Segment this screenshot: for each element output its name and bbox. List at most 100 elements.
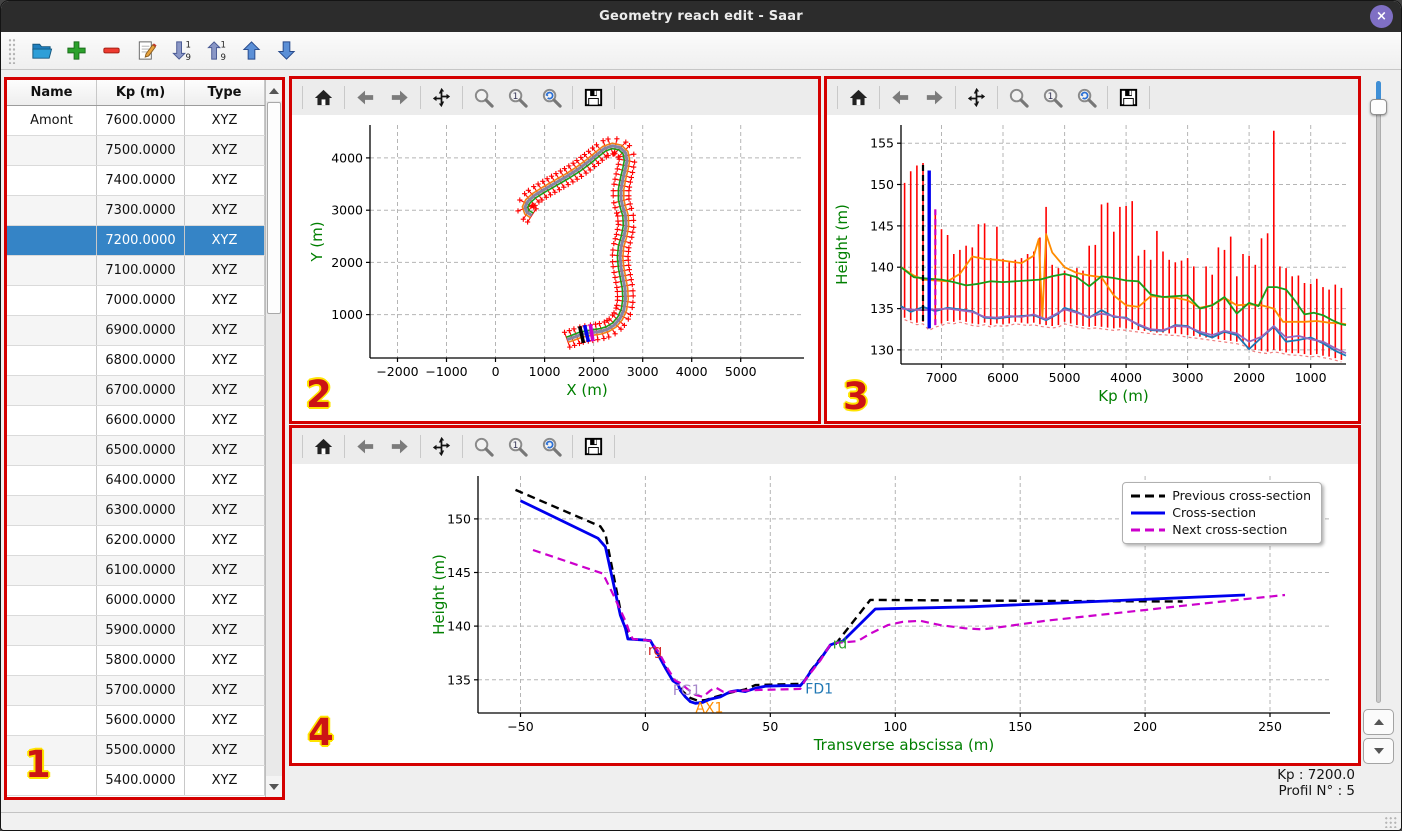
save-icon[interactable] xyxy=(580,433,607,460)
resize-grip[interactable] xyxy=(1384,816,1398,828)
back-icon[interactable] xyxy=(887,84,914,111)
legend-entry: Next cross-section xyxy=(1131,522,1311,537)
sort-ascending-button[interactable]: 19 xyxy=(204,38,229,63)
row-type-cell: XYZ xyxy=(185,196,265,225)
table-row[interactable]: 5800.0000 XYZ xyxy=(7,646,265,676)
back-icon[interactable] xyxy=(352,433,379,460)
move-down-button[interactable] xyxy=(274,38,299,63)
svg-text:1000: 1000 xyxy=(529,364,561,379)
close-icon[interactable]: × xyxy=(1370,5,1393,28)
pan-icon[interactable] xyxy=(963,84,990,111)
zoom-in-one-icon[interactable]: 1 xyxy=(504,84,531,111)
table-row[interactable]: Amont 7600.0000 XYZ xyxy=(7,106,265,136)
zoom-to-rect-icon[interactable] xyxy=(538,433,565,460)
svg-text:1: 1 xyxy=(185,41,190,51)
add-button[interactable] xyxy=(64,38,89,63)
row-name-cell xyxy=(7,646,97,675)
row-type-cell: XYZ xyxy=(185,706,265,735)
main-toolbar: 1919 xyxy=(1,32,1401,70)
zoom-in-one-icon[interactable]: 1 xyxy=(504,433,531,460)
table-row[interactable]: 6100.0000 XYZ xyxy=(7,556,265,586)
profile-up-button[interactable] xyxy=(1363,709,1394,735)
zoom-in-one-icon[interactable]: 1 xyxy=(1039,84,1066,111)
home-icon[interactable] xyxy=(310,433,337,460)
slider-handle[interactable] xyxy=(1370,99,1387,115)
table-row[interactable]: 5700.0000 XYZ xyxy=(7,676,265,706)
row-name-cell xyxy=(7,526,97,555)
annotation-label-2: 2 xyxy=(306,373,332,416)
open-folder-button[interactable] xyxy=(29,38,54,63)
forward-icon[interactable] xyxy=(386,433,413,460)
profile-down-button[interactable] xyxy=(1363,738,1394,764)
forward-icon[interactable] xyxy=(921,84,948,111)
zoom-icon[interactable] xyxy=(1005,84,1032,111)
svg-text:6000: 6000 xyxy=(987,370,1019,385)
toolbar-separator xyxy=(1149,85,1150,109)
row-name-cell xyxy=(7,256,97,285)
row-type-cell: XYZ xyxy=(185,676,265,705)
table-row[interactable]: 7100.0000 XYZ xyxy=(7,256,265,286)
svg-text:4000: 4000 xyxy=(331,150,363,165)
table-row[interactable]: 7000.0000 XYZ xyxy=(7,286,265,316)
longitudinal-plot-canvas[interactable]: 7000 6000 5000 4000 3000 2000 1000 130 135 140 145… xyxy=(827,115,1358,421)
toolbar-grip[interactable] xyxy=(8,37,16,64)
slider-track[interactable] xyxy=(1376,81,1381,703)
zoom-icon[interactable] xyxy=(470,433,497,460)
table-row[interactable]: 5900.0000 XYZ xyxy=(7,616,265,646)
table-row[interactable]: 6800.0000 XYZ xyxy=(7,346,265,376)
row-kp-cell: 6500.0000 xyxy=(97,436,185,465)
column-header-name[interactable]: Name xyxy=(7,80,97,105)
scroll-up-icon[interactable] xyxy=(266,80,282,101)
longitudinal-profile-panel: 1 7000 6000 5000 4000 3000 2000 1000 130 135 140 1… xyxy=(824,76,1361,424)
status-profile-number: Profil N° : 5 xyxy=(1278,783,1355,799)
save-icon[interactable] xyxy=(1115,84,1142,111)
table-row[interactable]: 6900.0000 XYZ xyxy=(7,316,265,346)
toolbar-separator xyxy=(462,434,463,458)
profile-position-slider[interactable] xyxy=(1370,81,1387,703)
toolbar-separator xyxy=(572,85,573,109)
table-row[interactable]: 7500.0000 XYZ xyxy=(7,136,265,166)
row-name-cell xyxy=(7,706,97,735)
table-row[interactable]: 6400.0000 XYZ xyxy=(7,466,265,496)
table-row[interactable]: 6300.0000 XYZ xyxy=(7,496,265,526)
table-row[interactable]: 5600.0000 XYZ xyxy=(7,706,265,736)
back-icon[interactable] xyxy=(352,84,379,111)
table-row[interactable]: 7200.0000 XYZ xyxy=(7,226,265,256)
toolbar-separator xyxy=(420,434,421,458)
pan-icon[interactable] xyxy=(428,84,455,111)
zoom-to-rect-icon[interactable] xyxy=(1073,84,1100,111)
pan-icon[interactable] xyxy=(428,433,455,460)
svg-text:X (m): X (m) xyxy=(566,381,607,399)
table-row[interactable]: 7400.0000 XYZ xyxy=(7,166,265,196)
row-type-cell: XYZ xyxy=(185,256,265,285)
home-icon[interactable] xyxy=(845,84,872,111)
row-name-cell xyxy=(7,346,97,375)
table-row[interactable]: 6200.0000 XYZ xyxy=(7,526,265,556)
table-scrollbar[interactable] xyxy=(265,80,282,797)
move-up-button[interactable] xyxy=(239,38,264,63)
table-row[interactable]: 7300.0000 XYZ xyxy=(7,196,265,226)
home-icon[interactable] xyxy=(310,84,337,111)
edit-button[interactable] xyxy=(134,38,159,63)
sort-descending-button[interactable]: 19 xyxy=(169,38,194,63)
table-row[interactable]: 6700.0000 XYZ xyxy=(7,376,265,406)
remove-button[interactable] xyxy=(99,38,124,63)
svg-text:2000: 2000 xyxy=(1233,370,1265,385)
column-header-kpm[interactable]: Kp (m) xyxy=(97,80,185,105)
scroll-down-icon[interactable] xyxy=(266,776,282,797)
scrollbar-thumb[interactable] xyxy=(267,102,281,314)
table-header-row: Name Kp (m) Type xyxy=(7,80,282,106)
zoom-to-rect-icon[interactable] xyxy=(538,84,565,111)
forward-icon[interactable] xyxy=(386,84,413,111)
column-header-type[interactable]: Type xyxy=(185,80,265,105)
row-type-cell: XYZ xyxy=(185,346,265,375)
table-row[interactable]: 6600.0000 XYZ xyxy=(7,406,265,436)
svg-text:Height (m): Height (m) xyxy=(430,554,448,635)
table-row[interactable]: 6000.0000 XYZ xyxy=(7,586,265,616)
plan-plot-canvas[interactable]: −2000 −1000 0 1000 2000 3000 4000 5000 1000 2000 3… xyxy=(292,115,818,421)
row-name-cell xyxy=(7,136,97,165)
table-row[interactable]: 6500.0000 XYZ xyxy=(7,436,265,466)
cross-section-plot-canvas[interactable]: −50 0 50 100 150 200 250 135 140 145 150 Transverse… xyxy=(292,464,1358,763)
zoom-icon[interactable] xyxy=(470,84,497,111)
save-icon[interactable] xyxy=(580,84,607,111)
